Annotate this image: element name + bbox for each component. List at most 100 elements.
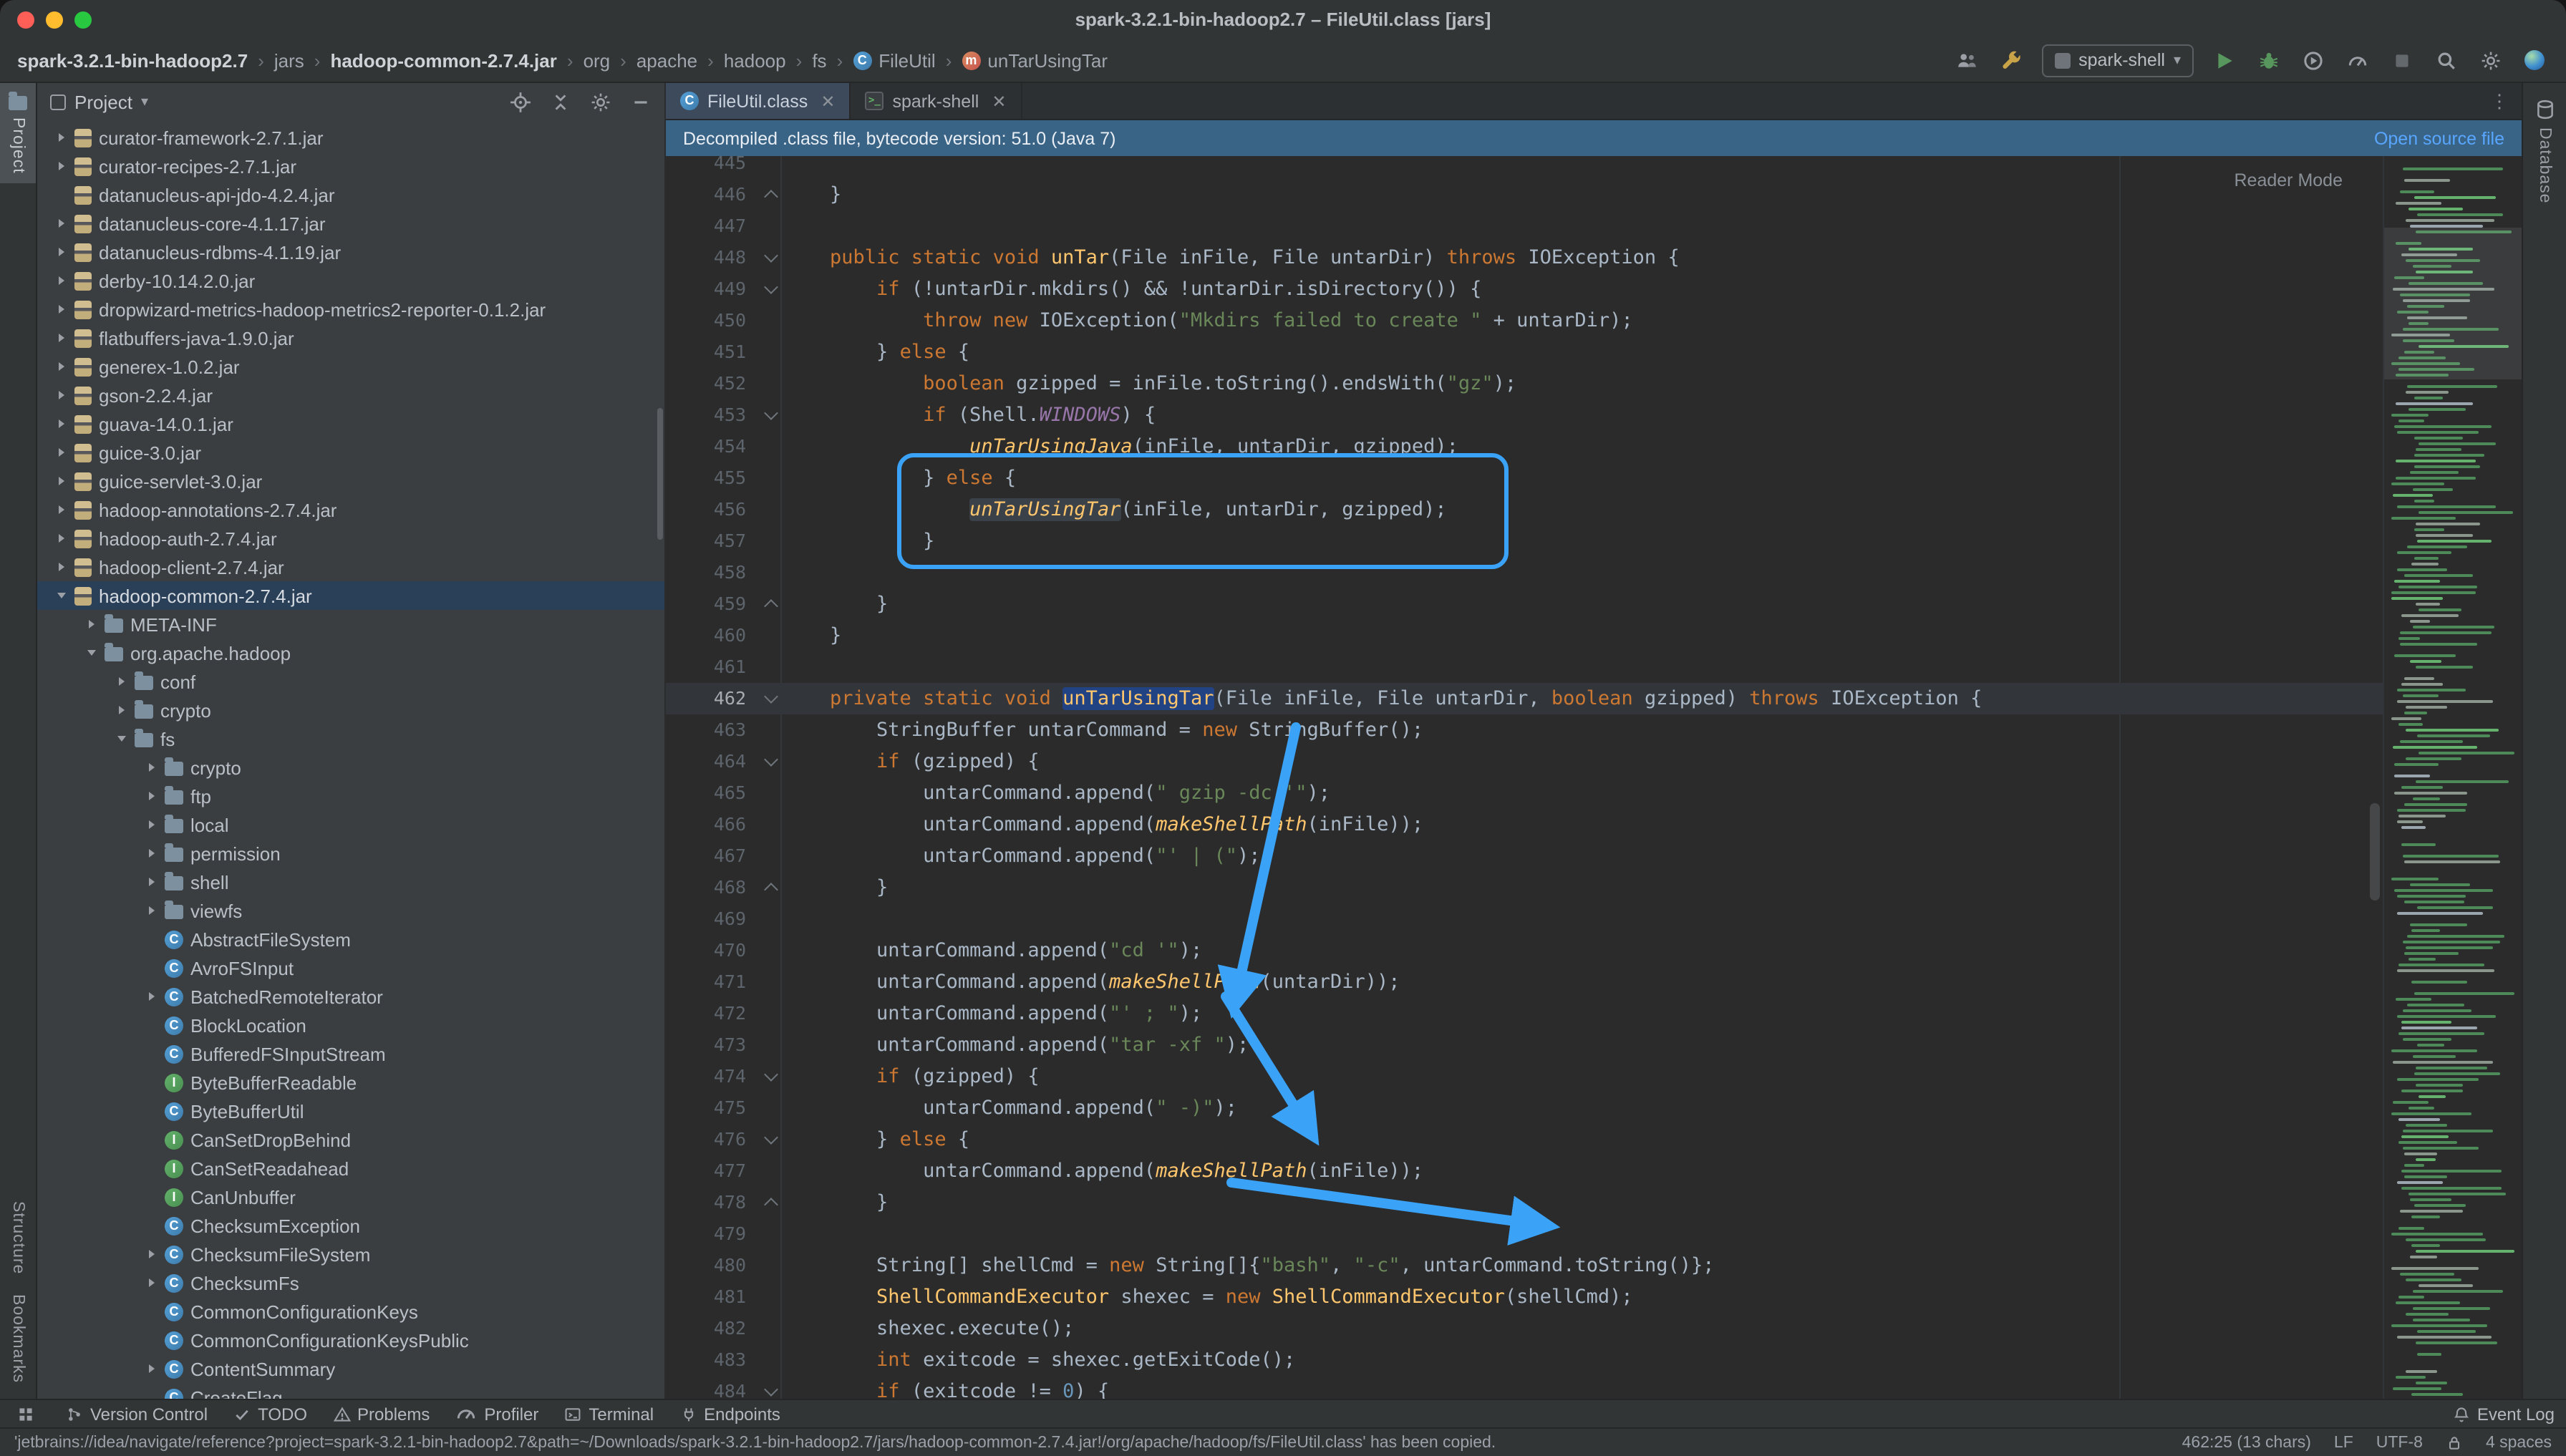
fold-marker-icon[interactable] bbox=[757, 255, 783, 261]
tree-item[interactable]: datanucleus-rdbms-4.1.19.jar bbox=[37, 238, 664, 266]
code-line[interactable]: 448 public static void unTar(File inFile… bbox=[666, 242, 2383, 273]
tree-chevron-icon[interactable] bbox=[142, 992, 162, 1001]
code-line[interactable]: 449 if (!untarDir.mkdirs() && !untarDir.… bbox=[666, 273, 2383, 305]
run-config-select[interactable]: spark-shell▾ bbox=[2041, 44, 2194, 77]
tool-window-tab-version-control[interactable]: Version Control bbox=[66, 1403, 208, 1425]
tree-item[interactable]: CContentSummary bbox=[37, 1354, 664, 1383]
code-line[interactable]: 461 bbox=[666, 651, 2383, 683]
tree-chevron-icon[interactable] bbox=[52, 276, 72, 285]
code-line[interactable]: 471 untarCommand.append(makeShellPath(un… bbox=[666, 966, 2383, 998]
line-number[interactable]: 446 bbox=[666, 179, 757, 210]
code-line[interactable]: 472 untarCommand.append("' ; "); bbox=[666, 998, 2383, 1029]
tool-window-button-project[interactable]: Project bbox=[0, 83, 36, 184]
tree-item[interactable]: CChecksumException bbox=[37, 1211, 664, 1240]
search-button[interactable] bbox=[2431, 44, 2460, 76]
tree-item[interactable]: curator-framework-2.7.1.jar bbox=[37, 123, 664, 152]
tree-chevron-icon[interactable] bbox=[52, 248, 72, 256]
line-number[interactable]: 451 bbox=[666, 336, 757, 368]
tree-item[interactable]: hadoop-common-2.7.4.jar bbox=[37, 581, 664, 610]
tree-item[interactable]: datanucleus-core-4.1.17.jar bbox=[37, 209, 664, 238]
close-window-button[interactable] bbox=[17, 11, 34, 28]
debug-button[interactable] bbox=[2254, 44, 2282, 76]
line-number[interactable]: 463 bbox=[666, 714, 757, 746]
tree-item[interactable]: CByteBufferUtil bbox=[37, 1097, 664, 1125]
code-line[interactable]: 470 untarCommand.append("cd '"); bbox=[666, 935, 2383, 966]
fold-marker-icon[interactable] bbox=[757, 412, 783, 418]
tree-item[interactable]: CChecksumFileSystem bbox=[37, 1240, 664, 1268]
breadcrumb-item[interactable]: hadoop bbox=[724, 49, 786, 71]
code-line[interactable]: 469 bbox=[666, 903, 2383, 935]
tree-item[interactable]: ICanSetReadahead bbox=[37, 1154, 664, 1183]
tool-window-button-structure[interactable]: Structure bbox=[0, 1191, 36, 1284]
fold-marker-icon[interactable] bbox=[757, 696, 783, 702]
wrench-button[interactable] bbox=[1997, 44, 2025, 76]
line-number[interactable]: 477 bbox=[666, 1155, 757, 1187]
tree-item[interactable]: CBlockLocation bbox=[37, 1011, 664, 1039]
code-line[interactable]: 454 unTarUsingJava(inFile, untarDir, gzi… bbox=[666, 431, 2383, 462]
profiler-button[interactable] bbox=[2343, 44, 2371, 76]
tree-chevron-icon[interactable] bbox=[142, 1278, 162, 1287]
line-number[interactable]: 466 bbox=[666, 809, 757, 840]
tree-item[interactable]: CBufferedFSInputStream bbox=[37, 1039, 664, 1068]
breadcrumb-item[interactable]: apache bbox=[636, 49, 697, 71]
lock-icon[interactable] bbox=[2446, 1434, 2463, 1451]
code-line[interactable]: 467 untarCommand.append("' | ("); bbox=[666, 840, 2383, 872]
breadcrumb-item[interactable]: fs bbox=[812, 49, 826, 71]
code-line[interactable]: 462 private static void unTarUsingTar(Fi… bbox=[666, 683, 2383, 714]
tool-window-switcher-icon[interactable] bbox=[11, 1398, 40, 1430]
line-number[interactable]: 458 bbox=[666, 557, 757, 588]
code-editor[interactable]: 445446 }447448 public static void unTar(… bbox=[666, 156, 2383, 1399]
tree-item[interactable]: curator-recipes-2.7.1.jar bbox=[37, 152, 664, 180]
tree-item[interactable]: ICanSetDropBehind bbox=[37, 1125, 664, 1154]
tree-chevron-icon[interactable] bbox=[142, 792, 162, 800]
line-number[interactable]: 448 bbox=[666, 242, 757, 273]
code-line[interactable]: 483 int exitcode = shexec.getExitCode(); bbox=[666, 1344, 2383, 1376]
tool-window-tab-problems[interactable]: Problems bbox=[333, 1403, 430, 1425]
line-number[interactable]: 480 bbox=[666, 1250, 757, 1281]
tool-window-tab-profiler[interactable]: Profiler bbox=[455, 1403, 538, 1425]
status-widget[interactable]: 4 spaces bbox=[2486, 1434, 2552, 1451]
breadcrumb-item[interactable]: spark-3.2.1-bin-hadoop2.7 bbox=[17, 49, 248, 71]
tree-item[interactable]: CAvroFSInput bbox=[37, 953, 664, 982]
tree-chevron-icon[interactable] bbox=[142, 878, 162, 886]
reader-mode-label[interactable]: Reader Mode bbox=[2235, 170, 2343, 190]
line-number[interactable]: 476 bbox=[666, 1124, 757, 1155]
line-number[interactable]: 483 bbox=[666, 1344, 757, 1376]
open-source-file-link[interactable]: Open source file bbox=[2374, 128, 2504, 148]
tree-item[interactable]: IByteBufferReadable bbox=[37, 1068, 664, 1097]
tree-item[interactable]: viewfs bbox=[37, 896, 664, 925]
tree-item[interactable]: shell bbox=[37, 868, 664, 896]
tree-item[interactable]: gson-2.2.4.jar bbox=[37, 381, 664, 409]
target-button[interactable] bbox=[508, 86, 531, 117]
tree-chevron-icon[interactable] bbox=[52, 362, 72, 371]
tree-chevron-icon[interactable] bbox=[52, 391, 72, 399]
breadcrumb-item[interactable]: CFileUtil bbox=[853, 49, 935, 71]
line-number[interactable]: 445 bbox=[666, 156, 757, 179]
tree-item[interactable]: crypto bbox=[37, 753, 664, 782]
tree-item[interactable]: dropwizard-metrics-hadoop-metrics2-repor… bbox=[37, 295, 664, 324]
breadcrumb-item[interactable]: jars bbox=[274, 49, 304, 71]
collapse-button[interactable] bbox=[548, 86, 571, 117]
line-number[interactable]: 459 bbox=[666, 588, 757, 620]
line-number[interactable]: 447 bbox=[666, 210, 757, 242]
tree-item[interactable]: guava-14.0.1.jar bbox=[37, 409, 664, 438]
code-line[interactable]: 456 unTarUsingTar(inFile, untarDir, gzip… bbox=[666, 494, 2383, 525]
code-line[interactable]: 459 } bbox=[666, 588, 2383, 620]
minus-button[interactable] bbox=[629, 86, 652, 117]
tree-chevron-icon[interactable] bbox=[142, 763, 162, 772]
code-line[interactable]: 446 } bbox=[666, 179, 2383, 210]
line-number[interactable]: 484 bbox=[666, 1376, 757, 1399]
fold-marker-icon[interactable] bbox=[757, 1200, 783, 1205]
code-line[interactable]: 464 if (gzipped) { bbox=[666, 746, 2383, 777]
line-number[interactable]: 469 bbox=[666, 903, 757, 935]
line-number[interactable]: 468 bbox=[666, 872, 757, 903]
minimap-viewport[interactable] bbox=[2384, 228, 2522, 379]
code-line[interactable]: 450 throw new IOException("Mkdirs failed… bbox=[666, 305, 2383, 336]
tree-chevron-icon[interactable] bbox=[52, 419, 72, 428]
tree-chevron-icon[interactable] bbox=[52, 219, 72, 228]
tree-item[interactable]: CBatchedRemoteIterator bbox=[37, 982, 664, 1011]
fold-marker-icon[interactable] bbox=[757, 286, 783, 292]
fold-marker-icon[interactable] bbox=[757, 192, 783, 198]
tool-window-tab-terminal[interactable]: Terminal bbox=[564, 1403, 654, 1425]
status-widget[interactable]: UTF-8 bbox=[2376, 1434, 2423, 1451]
